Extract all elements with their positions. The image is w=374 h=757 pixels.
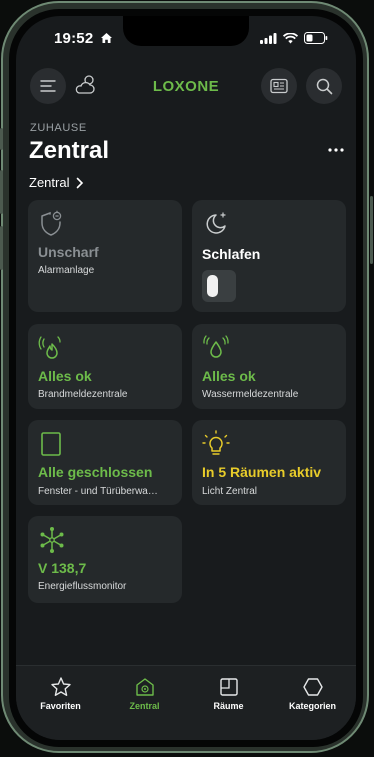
tile-value: Alle geschlossen [38,464,153,480]
status-bar-time: 19:52 [54,30,113,47]
status-time-text: 19:52 [54,30,94,47]
home-status-icon [100,33,112,43]
tile-licht-zentral[interactable]: In 5 Räumen aktiv Licht Zentral [192,420,346,505]
news-icon [270,78,288,94]
battery-icon [304,32,328,44]
tile-value: Unscharf [38,244,99,260]
tab-kategorien[interactable]: Kategorien [270,676,355,711]
chevron-right-icon [77,177,84,188]
star-icon [50,677,71,696]
volume-down-button [0,226,3,270]
fire-alarm-icon [38,336,61,359]
more-dots-icon [328,148,344,152]
tile-brandmeldezentrale[interactable]: Alles ok Brandmeldezentrale [28,324,182,409]
tab-favoriten[interactable]: Favoriten [18,676,103,711]
tab-zentral[interactable]: Zentral [102,676,187,711]
volume-up-button [0,170,3,214]
breadcrumb: ZUHAUSE [30,122,87,134]
room-icon [219,678,238,696]
tab-label: Zentral [129,701,160,711]
tile-label: Licht Zentral [202,486,258,497]
tile-label: Alarmanlage [38,265,95,276]
mute-switch [0,128,3,150]
wifi-icon [283,32,298,43]
news-button[interactable] [261,68,297,104]
search-button[interactable] [306,68,342,104]
notch [123,16,249,46]
tile-schlafen[interactable]: Schlafen [192,200,346,312]
phone-frame: 19:52 LOXONE ZUHAUSE Zentral Zentral Uns… [0,0,374,757]
lightbulb-icon [202,430,230,455]
tile-label: Wassermeldezentrale [202,389,299,400]
room-selector-label: Zentral [29,175,70,190]
home-icon [135,678,154,696]
app-screen: 19:52 LOXONE ZUHAUSE Zentral Zentral Uns… [16,16,356,740]
tile-label: Fenster - und Türüberwa… [38,486,158,497]
tile-wassermeldezentrale[interactable]: Alles ok Wassermeldezentrale [192,324,346,409]
tile-alarmanlage[interactable]: Unscharf Alarmanlage [28,200,182,312]
room-selector[interactable]: Zentral [29,175,84,190]
tab-bar: Favoriten Zentral Räume Kategorien [16,665,356,740]
tile-value: Alles ok [202,368,256,384]
tile-value: V 138,7 [38,560,87,576]
search-icon [316,78,332,94]
water-alarm-icon [203,335,229,358]
tab-raeume[interactable]: Räume [186,676,271,711]
tab-label: Kategorien [288,701,336,711]
power-button [370,196,373,264]
tile-label: Energieflussmonitor [38,581,127,592]
loxone-logo: LOXONE [152,78,220,95]
toggle-knob [207,275,218,297]
tile-value: Schlafen [202,246,261,262]
status-icons [260,32,328,44]
tile-energieflussmonitor[interactable]: V 138,7 Energieflussmonitor [28,516,182,603]
hexagon-icon [302,678,323,696]
tile-label: Brandmeldezentrale [38,389,128,400]
window-icon [41,432,61,456]
signal-icon [260,32,277,44]
sleep-toggle[interactable] [202,270,236,302]
page-title: Zentral [29,137,110,164]
moon-icon [206,212,226,234]
more-options-button[interactable] [326,140,346,160]
tile-value: In 5 Räumen aktiv [202,464,322,480]
energy-icon [40,527,64,553]
tab-label: Favoriten [40,701,81,711]
tile-fenster-tueruberwachung[interactable]: Alle geschlossen Fenster - und Türüberwa… [28,420,182,505]
shield-icon [41,210,62,236]
tile-value: Alles ok [38,368,92,384]
tab-label: Räume [213,701,244,711]
